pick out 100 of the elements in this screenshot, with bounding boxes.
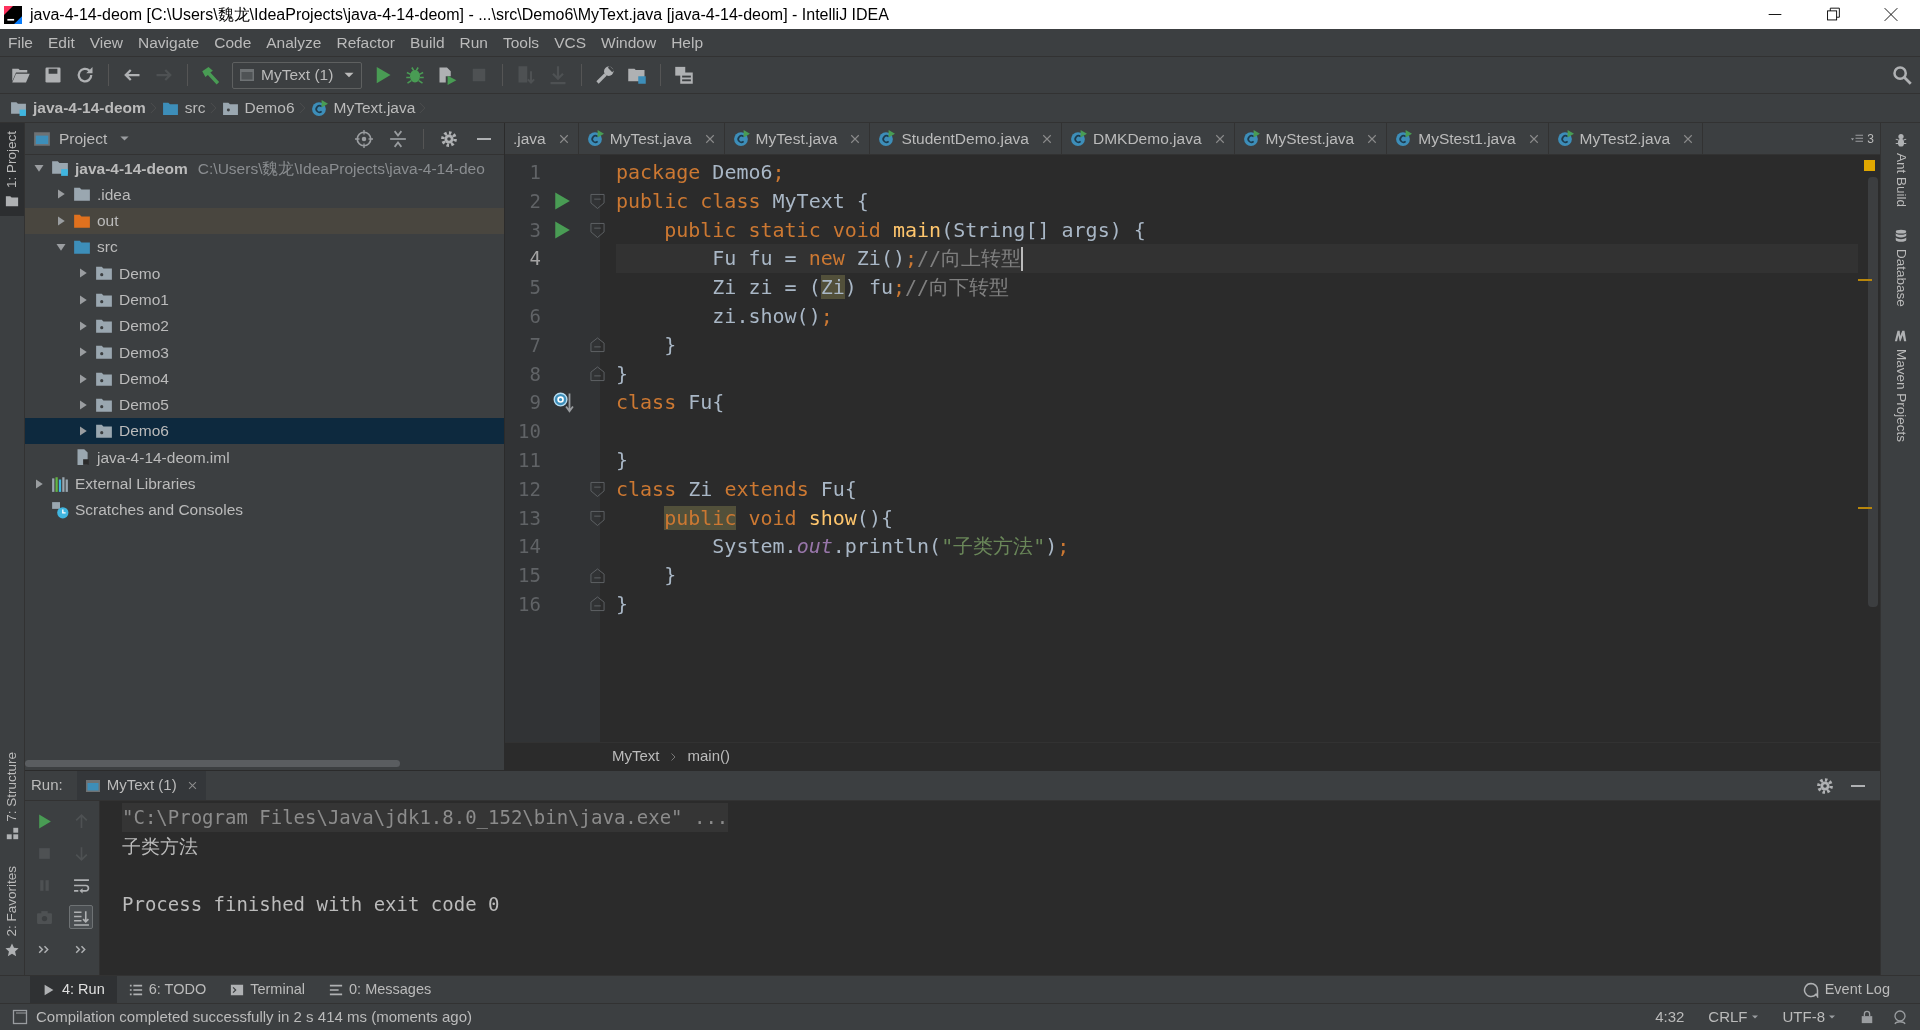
fold-marker-icon[interactable] bbox=[590, 221, 605, 239]
tool-button[interactable] bbox=[69, 905, 93, 929]
hidden-tabs-button[interactable]: 3 bbox=[1843, 123, 1880, 154]
tool-window-tab[interactable]: 0: Messages bbox=[317, 976, 444, 1003]
menu-item[interactable]: Refactor bbox=[336, 30, 396, 55]
scrollbar-thumb[interactable] bbox=[1868, 177, 1878, 607]
menu-item[interactable]: File bbox=[8, 30, 33, 55]
search-icon[interactable] bbox=[1892, 65, 1912, 85]
tool-window-tab[interactable]: Maven Projects bbox=[1890, 328, 1911, 442]
collapsed-arrow-icon[interactable] bbox=[77, 372, 89, 385]
fold-marker-icon[interactable] bbox=[590, 336, 605, 355]
inspection-status-icon[interactable] bbox=[1863, 160, 1875, 171]
fold-marker-icon[interactable] bbox=[590, 595, 605, 614]
tool-window-tab[interactable]: Database bbox=[1890, 229, 1911, 307]
tool-window-tab[interactable]: 2: Favorites bbox=[0, 858, 24, 965]
breadcrumb-item[interactable]: Demo6 bbox=[221, 96, 295, 120]
menu-item[interactable]: View bbox=[89, 30, 124, 55]
tree-item[interactable]: Demo2 bbox=[25, 312, 504, 340]
tree-item[interactable]: java-4-14-deom.iml bbox=[25, 444, 504, 471]
run-configuration-dropdown[interactable]: MyText (1) bbox=[232, 61, 363, 89]
tree-item[interactable]: java-4-14-deom C:\Users\魏龙\IdeaProjects\java-4-14-deo bbox=[25, 155, 504, 182]
locate-icon[interactable] bbox=[355, 129, 373, 148]
wrench-icon[interactable] bbox=[595, 65, 616, 85]
close-icon[interactable] bbox=[186, 780, 198, 791]
tool-window-tab[interactable]: 7: Structure bbox=[0, 743, 24, 849]
close-icon[interactable] bbox=[1527, 132, 1540, 145]
close-icon[interactable] bbox=[1682, 132, 1695, 145]
tool-window-tab[interactable]: 6: TODO bbox=[116, 976, 219, 1003]
menu-item[interactable]: Tools bbox=[502, 30, 540, 55]
collapsed-arrow-icon[interactable] bbox=[77, 398, 89, 411]
fold-marker-icon[interactable] bbox=[590, 192, 605, 211]
close-icon[interactable] bbox=[1040, 132, 1053, 145]
panel-toggle-icon[interactable] bbox=[12, 1009, 28, 1025]
close-icon[interactable] bbox=[1213, 132, 1226, 145]
collapsed-arrow-icon[interactable] bbox=[55, 214, 67, 227]
collapsed-arrow-icon[interactable] bbox=[33, 477, 45, 490]
close-icon[interactable] bbox=[1366, 132, 1379, 145]
menu-item[interactable]: Window bbox=[601, 30, 657, 55]
close-icon[interactable] bbox=[703, 132, 716, 145]
tree-item[interactable]: Demo5 bbox=[25, 391, 504, 418]
collapsed-arrow-icon[interactable] bbox=[77, 346, 89, 359]
fold-marker-icon[interactable] bbox=[590, 508, 605, 527]
menu-item[interactable]: Analyze bbox=[266, 30, 322, 55]
tree-item[interactable]: External Libraries bbox=[25, 470, 504, 497]
tool-window-tab[interactable]: 4: Run bbox=[30, 976, 117, 1003]
collapsed-arrow-icon[interactable] bbox=[77, 319, 89, 332]
lock-icon[interactable] bbox=[1860, 1010, 1874, 1024]
settings-icon[interactable] bbox=[1816, 776, 1834, 795]
tree-item[interactable]: out bbox=[25, 207, 504, 234]
breadcrumb-item[interactable]: java-4-14-deom bbox=[10, 96, 146, 120]
run-tab[interactable]: MyText (1) bbox=[76, 771, 206, 800]
tool-window-tab[interactable]: 1: Project bbox=[0, 123, 24, 217]
tree-item[interactable]: Demo6 bbox=[25, 417, 504, 445]
overridden-method-icon[interactable] bbox=[553, 391, 575, 414]
scrollbar-thumb[interactable] bbox=[25, 759, 400, 767]
tree-item[interactable]: Demo3 bbox=[25, 339, 504, 366]
breadcrumb-item[interactable]: MyText bbox=[612, 745, 660, 768]
tool-window-tab[interactable]: Ant Build bbox=[1890, 133, 1911, 208]
collapse-all-icon[interactable] bbox=[389, 129, 407, 148]
tree-item[interactable]: Scratches and Consoles bbox=[25, 496, 504, 524]
menu-item[interactable]: Navigate bbox=[138, 30, 200, 55]
settings-icon[interactable] bbox=[440, 129, 458, 148]
menu-item[interactable]: Edit bbox=[48, 30, 75, 55]
project-view-dropdown[interactable]: Project bbox=[33, 126, 131, 151]
hammer-icon[interactable] bbox=[201, 65, 221, 85]
collapsed-arrow-icon[interactable] bbox=[77, 267, 89, 280]
tree-item[interactable]: src bbox=[25, 233, 504, 261]
tree-item[interactable]: .idea bbox=[25, 181, 504, 208]
collapsed-arrow-icon[interactable] bbox=[77, 425, 89, 438]
run-icon[interactable] bbox=[553, 191, 571, 212]
close-icon[interactable] bbox=[849, 132, 862, 145]
stacked-windows-icon[interactable] bbox=[674, 65, 695, 85]
menu-item[interactable]: Build bbox=[410, 30, 445, 55]
save-icon[interactable] bbox=[43, 65, 63, 85]
encoding-dropdown[interactable]: UTF-8 bbox=[1782, 1005, 1836, 1029]
line-separator-dropdown[interactable]: CRLF bbox=[1708, 1005, 1759, 1029]
tree-item[interactable]: Demo1 bbox=[25, 286, 504, 313]
tree-item[interactable]: Demo bbox=[25, 260, 504, 287]
fold-marker-icon[interactable] bbox=[590, 566, 605, 585]
bug-icon[interactable] bbox=[405, 65, 426, 85]
menu-item[interactable]: Help bbox=[671, 30, 704, 55]
close-icon[interactable] bbox=[557, 132, 570, 145]
fold-marker-icon[interactable] bbox=[590, 364, 605, 383]
tree-item[interactable]: Demo4 bbox=[25, 365, 504, 392]
menu-item[interactable]: Code bbox=[214, 30, 252, 55]
menu-item[interactable]: VCS bbox=[554, 30, 586, 55]
menu-item[interactable]: Run bbox=[459, 30, 488, 55]
collapsed-arrow-icon[interactable] bbox=[77, 293, 89, 306]
breadcrumb-item[interactable]: main() bbox=[687, 745, 731, 768]
collapsed-arrow-icon[interactable] bbox=[55, 188, 67, 201]
folder-icon bbox=[73, 185, 91, 204]
event-log-button[interactable]: Event Log bbox=[1802, 978, 1890, 1001]
run-icon[interactable] bbox=[553, 220, 571, 240]
caret-position[interactable]: 4:32 bbox=[1655, 1005, 1685, 1029]
fold-marker-icon[interactable] bbox=[590, 480, 605, 499]
tool-window-tab[interactable]: Terminal bbox=[218, 976, 317, 1003]
breadcrumb-item[interactable]: src bbox=[161, 96, 206, 120]
sync-icon[interactable] bbox=[75, 65, 95, 85]
breadcrumb-item[interactable]: MyText.java bbox=[310, 96, 416, 120]
coverage-icon[interactable] bbox=[437, 65, 458, 85]
